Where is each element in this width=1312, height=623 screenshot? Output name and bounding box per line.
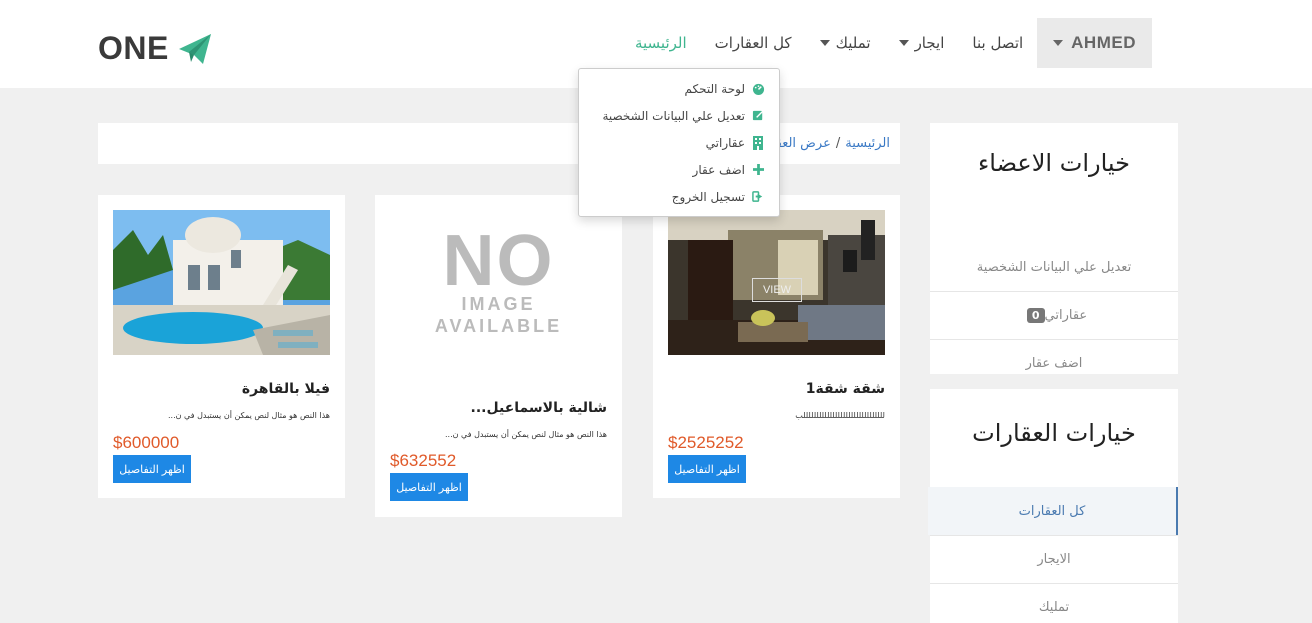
sidebar-item-add-property[interactable]: اضف عقار bbox=[930, 339, 1178, 387]
show-details-button[interactable]: اظهر التفاصيل bbox=[113, 455, 191, 483]
nav-rent[interactable]: ايجار bbox=[885, 18, 959, 68]
sidebar-item-edit-profile[interactable]: تعديل علي البيانات الشخصية bbox=[930, 243, 1178, 291]
property-title: فيلا بالقاهرة bbox=[241, 381, 330, 397]
property-description: هذا النص هو مثال لنص يمكن أن يستبدل في ن… bbox=[444, 430, 607, 439]
sidebar-item-ownership[interactable]: تمليك bbox=[930, 583, 1178, 623]
properties-options-title: خيارات العقارات bbox=[972, 419, 1136, 447]
caret-down-icon bbox=[898, 40, 909, 46]
logo-text: ONE bbox=[98, 30, 169, 66]
count-badge: 0 bbox=[1026, 308, 1045, 323]
property-image[interactable]: NO IMAGE AVAILABLE bbox=[390, 210, 607, 355]
breadcrumb-home-link[interactable]: الرئيسية bbox=[845, 136, 890, 151]
members-options-title: خيارات الاعضاء bbox=[978, 149, 1130, 177]
menu-item-edit-profile[interactable]: تعديل علي البيانات الشخصية bbox=[579, 102, 779, 129]
menu-item-dashboard[interactable]: لوحة التحكم bbox=[579, 75, 779, 102]
property-price: $632552 bbox=[390, 451, 457, 470]
property-title: شالية بالاسماعيل... bbox=[470, 400, 607, 416]
properties-options-panel: خيارات العقارات كل العقارات الايجار تملي… bbox=[928, 389, 1178, 623]
sidebar-item-my-properties[interactable]: عقاراتي 0 bbox=[930, 291, 1178, 339]
property-card: فيلا بالقاهرة هذا النص هو مثال لنص يمكن … bbox=[98, 195, 345, 498]
property-description: لللللللللللللللللللللللللللللللب bbox=[795, 411, 885, 420]
view-overlay-button[interactable]: VIEW bbox=[752, 278, 802, 302]
property-card: NO IMAGE AVAILABLE شالية بالاسماعيل... ه… bbox=[375, 195, 622, 517]
property-card: VIEW شقة شقة1 لللللللللللللللللللللللللل… bbox=[653, 195, 900, 498]
property-price: $2525252 bbox=[668, 433, 744, 452]
caret-down-icon bbox=[819, 40, 830, 46]
members-options-panel: خيارات الاعضاء تعديل علي البيانات الشخصي… bbox=[930, 123, 1178, 374]
dashboard-icon bbox=[751, 82, 765, 96]
sidebar-item-rent[interactable]: الايجار bbox=[930, 535, 1178, 583]
menu-item-add-property[interactable]: اضف عقار bbox=[579, 156, 779, 183]
villa-photo bbox=[113, 210, 330, 355]
caret-down-icon bbox=[1053, 40, 1064, 46]
property-image[interactable]: VIEW bbox=[668, 210, 885, 355]
building-icon bbox=[751, 135, 765, 150]
property-image[interactable] bbox=[113, 210, 330, 355]
nav-all-properties[interactable]: كل العقارات bbox=[701, 18, 806, 68]
user-dropdown-menu: لوحة التحكم تعديل علي البيانات الشخصية ع… bbox=[578, 68, 780, 217]
property-title: شقة شقة1 bbox=[805, 381, 885, 397]
breadcrumb-separator: / bbox=[835, 136, 841, 151]
no-image-placeholder: NO IMAGE AVAILABLE bbox=[390, 210, 607, 355]
sidebar-item-all-properties[interactable]: كل العقارات bbox=[928, 487, 1178, 535]
menu-item-logout[interactable]: تسجيل الخروج bbox=[579, 183, 779, 210]
logout-icon bbox=[751, 190, 765, 204]
plus-icon bbox=[751, 163, 765, 177]
paper-plane-icon bbox=[178, 33, 211, 64]
show-details-button[interactable]: اظهر التفاصيل bbox=[390, 473, 468, 501]
nav-contact[interactable]: اتصل بنا bbox=[958, 18, 1037, 68]
nav-home[interactable]: الرئيسية bbox=[621, 18, 701, 68]
edit-icon bbox=[751, 109, 765, 123]
show-details-button[interactable]: اظهر التفاصيل bbox=[668, 455, 746, 483]
property-price: $600000 bbox=[113, 433, 180, 452]
main-nav: الرئيسية كل العقارات تمليك ايجار اتصل بن… bbox=[621, 18, 1152, 68]
nav-ownership[interactable]: تمليك bbox=[806, 18, 885, 68]
menu-item-my-properties[interactable]: عقاراتي bbox=[579, 129, 779, 156]
logo[interactable]: ONE bbox=[98, 30, 213, 67]
user-menu-toggle[interactable]: AHMED bbox=[1037, 18, 1152, 68]
property-description: هذا النص هو مثال لنص يمكن أن يستبدل في ن… bbox=[167, 411, 330, 420]
